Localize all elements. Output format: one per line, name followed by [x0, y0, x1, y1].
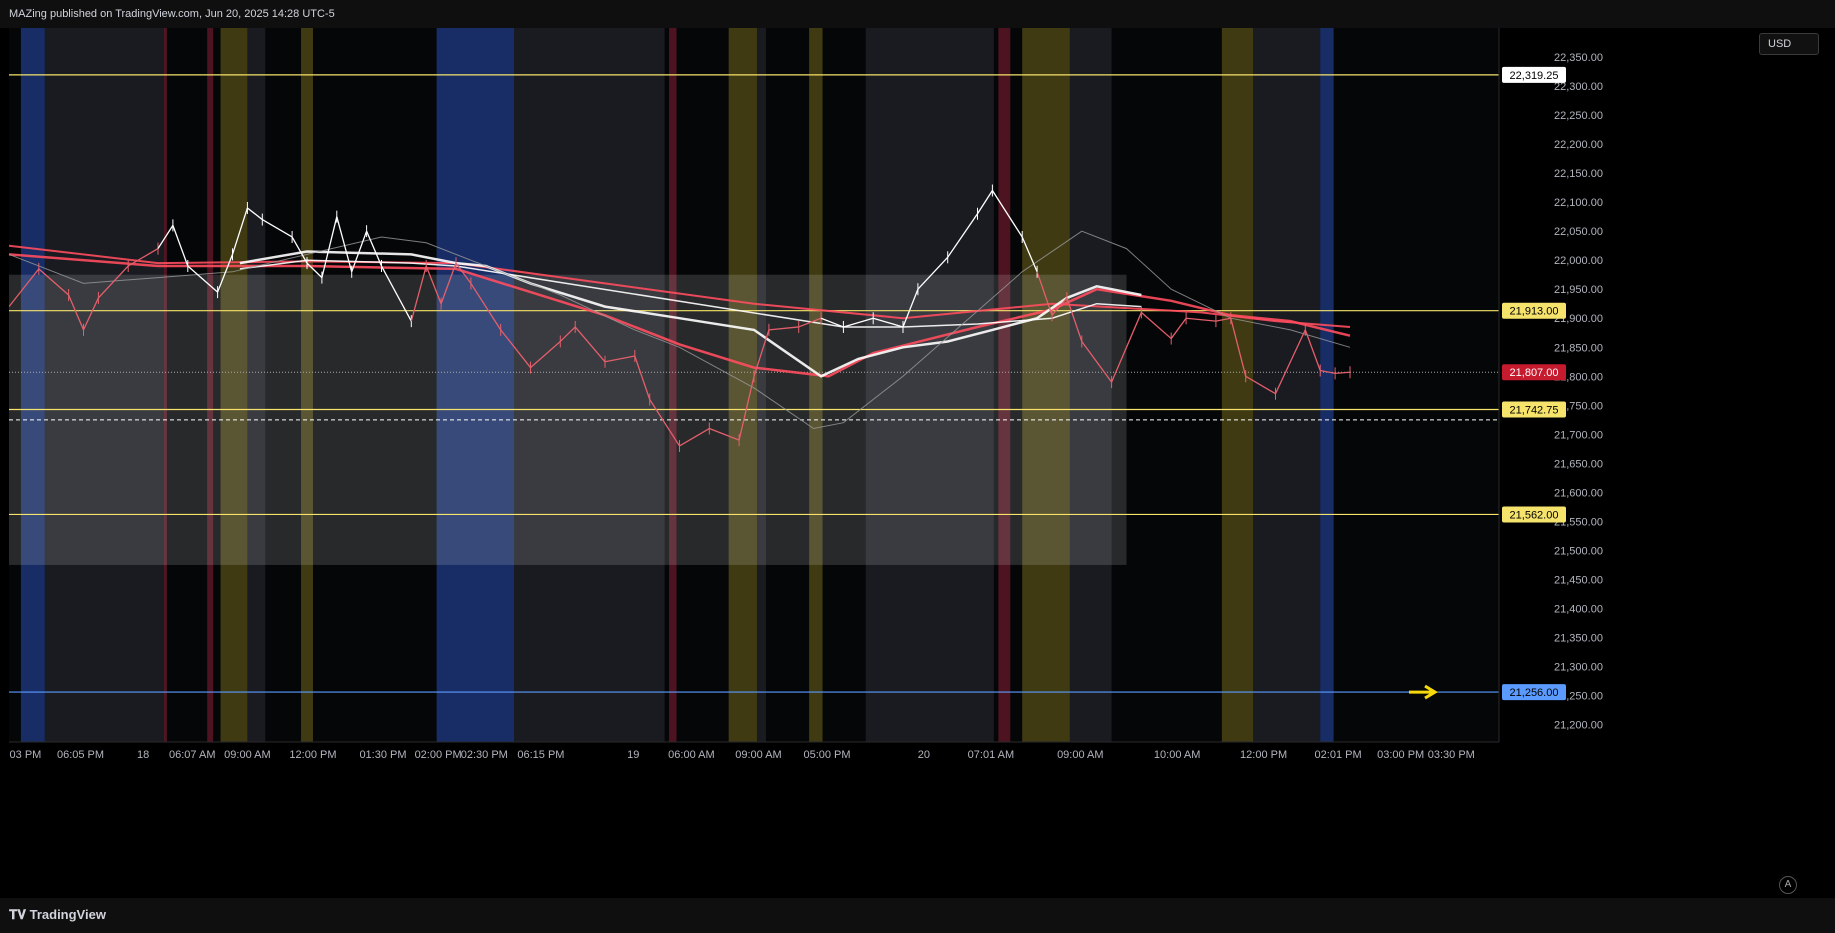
footer-bar: 𝐓𝐕 TradingView: [0, 898, 1835, 933]
y-tick-label: 21,850.00: [1554, 342, 1603, 354]
x-tick-label: 19: [627, 749, 639, 761]
y-tick-label: 21,450.00: [1554, 574, 1603, 586]
y-tick-label: 21,950.00: [1554, 284, 1603, 296]
x-tick-label: 09:00 AM: [735, 749, 781, 761]
y-tick-label: 22,100.00: [1554, 197, 1603, 209]
x-tick-label: 02:00 PM: [415, 749, 462, 761]
y-tick-label: 21,350.00: [1554, 633, 1603, 645]
x-tick-label: 20: [918, 749, 930, 761]
x-tick-label: 03:30 PM: [1428, 749, 1475, 761]
x-tick-label: 02:01 PM: [1315, 749, 1362, 761]
y-tick-label: 21,400.00: [1554, 603, 1603, 615]
x-tick-label: 09:00 AM: [1057, 749, 1103, 761]
x-tick-label: 06:05 PM: [57, 749, 104, 761]
price-chart[interactable]: 22,350.0022,300.0022,250.0022,200.0022,1…: [9, 28, 1754, 871]
chart-pane[interactable]: 22,350.00 22,300.00 22,250.00 22,200.00 22,1…: [9, 28, 1754, 871]
x-tick-label: 06:07 AM: [169, 749, 215, 761]
range-box: [9, 274, 1127, 565]
y-tick-label: 22,150.00: [1554, 168, 1603, 180]
y-tick-label: 22,000.00: [1554, 255, 1603, 267]
y-tick-label: 22,250.00: [1554, 110, 1603, 122]
tradingview-logo-text: TradingView: [29, 907, 106, 922]
x-tick-label: 12:00 PM: [1240, 749, 1287, 761]
y-tick-label: 22,200.00: [1554, 139, 1603, 151]
x-tick-label: 05:00 PM: [803, 749, 850, 761]
x-tick-label: 03:00 PM: [1377, 749, 1424, 761]
publish-header: MAZing published on TradingView.com, Jun…: [0, 0, 1835, 28]
x-tick-label: :03 PM: [9, 749, 41, 761]
y-tick-label: 21,500.00: [1554, 545, 1603, 557]
price-tag-label: 21,807.00: [1510, 367, 1559, 379]
price-tag-label: 21,913.00: [1510, 306, 1559, 318]
x-tick-label: 01:30 PM: [359, 749, 406, 761]
x-tick-label: 09:00 AM: [224, 749, 270, 761]
x-tick-label: 02:30 PM: [461, 749, 508, 761]
y-tick-label: 21,300.00: [1554, 662, 1603, 674]
price-tag-label: 21,742.75: [1510, 405, 1559, 417]
y-tick-label: 21,700.00: [1554, 429, 1603, 441]
x-tick-label: 06:00 AM: [668, 749, 714, 761]
y-tick-label: 21,600.00: [1554, 487, 1603, 499]
y-tick-label: 22,050.00: [1554, 226, 1603, 238]
x-tick-label: 07:01 AM: [968, 749, 1014, 761]
session-band: [1320, 28, 1334, 742]
publish-info: MAZing published on TradingView.com, Jun…: [9, 8, 335, 20]
session-band: [1253, 28, 1321, 742]
price-tag-label: 21,256.00: [1510, 687, 1559, 699]
x-tick-label: 10:00 AM: [1154, 749, 1200, 761]
price-tag-label: 22,319.25: [1510, 70, 1559, 82]
y-tick-label: 22,350.00: [1554, 52, 1603, 64]
tradingview-logo-icon: 𝐓𝐕: [9, 907, 30, 922]
price-tag-label: 21,562.00: [1510, 509, 1559, 521]
session-band: [1221, 28, 1254, 742]
y-tick-label: 21,650.00: [1554, 458, 1603, 470]
currency-button[interactable]: USD: [1759, 33, 1819, 55]
tradingview-logo: 𝐓𝐕 TradingView: [9, 907, 106, 923]
auto-scale-button[interactable]: A: [1779, 876, 1797, 894]
x-tick-label: 18: [137, 749, 149, 761]
time-axis[interactable]: [9, 742, 1754, 871]
x-tick-label: 06:15 PM: [517, 749, 564, 761]
x-tick-label: 12:00 PM: [289, 749, 336, 761]
y-tick-label: 21,200.00: [1554, 720, 1603, 732]
